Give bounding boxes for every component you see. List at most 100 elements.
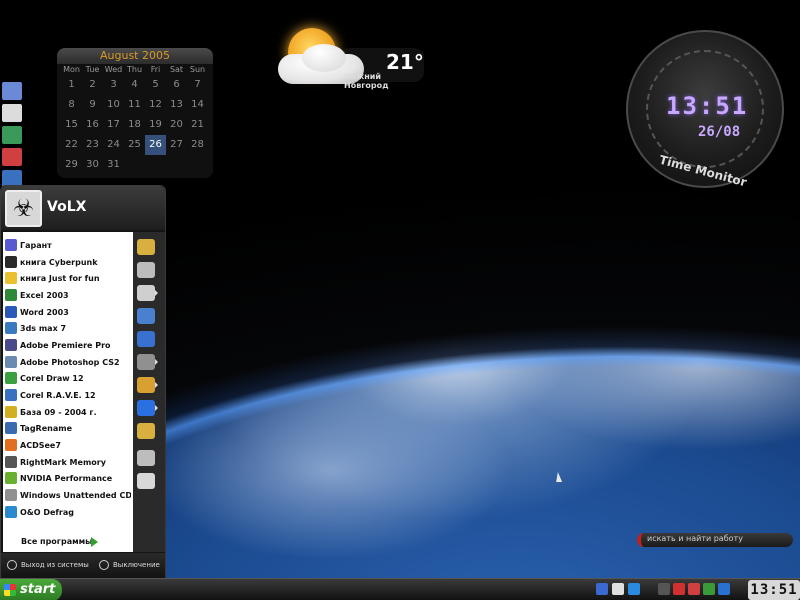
ie-icon[interactable] (628, 583, 640, 595)
weekday: Mon (63, 65, 80, 74)
calendar-day[interactable]: 19 (145, 115, 166, 135)
programs-icon[interactable] (137, 377, 155, 393)
logoff-label: Выход из системы (21, 561, 89, 569)
calendar-day[interactable]: 23 (82, 135, 103, 155)
calendar-day[interactable]: 8 (61, 95, 82, 115)
calendar-day[interactable]: 31 (103, 155, 124, 175)
calendar-day[interactable]: 5 (145, 75, 166, 95)
calendar-day[interactable]: 2 (82, 75, 103, 95)
calendar-day[interactable]: 21 (187, 115, 208, 135)
calendar-day[interactable]: 28 (187, 135, 208, 155)
calendar-day[interactable]: 1 (61, 75, 82, 95)
program-item[interactable]: книга Cyberpunk (5, 254, 131, 270)
calendar-day (145, 155, 166, 175)
favorites-icon[interactable] (137, 285, 155, 301)
program-item[interactable]: TagRename (5, 420, 131, 436)
calendar-day[interactable]: 17 (103, 115, 124, 135)
calendar-day[interactable]: 11 (124, 95, 145, 115)
calendar-day[interactable]: 20 (166, 115, 187, 135)
help-icon[interactable] (718, 583, 730, 595)
calendar-day[interactable]: 3 (103, 75, 124, 95)
program-item[interactable]: Adobe Premiere Pro (5, 337, 131, 353)
chevron-right-icon (155, 290, 158, 296)
calendar-day-today[interactable]: 26 (145, 135, 166, 155)
my-music-icon[interactable] (137, 262, 155, 278)
network-tray-icon[interactable] (703, 583, 715, 595)
program-item[interactable]: Adobe Photoshop CS2 (5, 354, 131, 370)
weekday: Wed (104, 65, 123, 74)
run-icon[interactable] (137, 473, 155, 489)
program-item[interactable]: NVIDIA Performance (5, 470, 131, 486)
program-label: книга Cyberpunk (20, 257, 98, 267)
calendar-week: 29 30 31 (57, 155, 213, 175)
tray-app-icon[interactable] (688, 583, 700, 595)
coreldraw-icon (5, 372, 17, 384)
search-bar[interactable]: искать и найти работу (637, 533, 793, 547)
internet-icon[interactable] (137, 331, 155, 347)
chevron-right-icon (155, 405, 158, 411)
program-item[interactable]: ACDSee7 (5, 437, 131, 453)
calendar-day[interactable]: 30 (82, 155, 103, 175)
app-shortcut-icon[interactable] (2, 148, 22, 166)
explorer-icon[interactable] (612, 583, 624, 595)
printer-icon[interactable] (2, 104, 22, 122)
folders-icon[interactable] (137, 423, 155, 439)
tray-expand-icon[interactable] (658, 583, 670, 595)
calendar-week: 8 9 10 11 12 13 14 (57, 95, 213, 115)
program-item[interactable]: Corel R.A.V.E. 12 (5, 387, 131, 403)
program-item[interactable]: Excel 2003 (5, 287, 131, 303)
logoff-button[interactable]: Выход из системы (7, 560, 89, 570)
weather-city: Нижний Новгород (344, 72, 389, 90)
program-item[interactable]: Word 2003 (5, 304, 131, 320)
program-item[interactable]: Corel Draw 12 (5, 370, 131, 386)
program-label: O&O Defrag (20, 507, 74, 517)
search-icon[interactable] (137, 450, 155, 466)
word-icon (5, 306, 17, 318)
program-item[interactable]: O&O Defrag (5, 504, 131, 520)
chevron-right-icon (155, 382, 158, 388)
start-button[interactable]: start (0, 579, 62, 600)
network-icon[interactable] (137, 308, 155, 324)
calendar-day (166, 155, 187, 175)
picture-icon[interactable] (2, 126, 22, 144)
control-panel-icon[interactable] (137, 354, 155, 370)
nvidia-icon (5, 472, 17, 484)
calendar-day[interactable]: 4 (124, 75, 145, 95)
calendar-day[interactable]: 15 (61, 115, 82, 135)
calendar-day[interactable]: 14 (187, 95, 208, 115)
program-item[interactable]: База 09 - 2004 г. (5, 404, 131, 420)
clock-date: 26/08 (698, 124, 741, 140)
my-documents-icon[interactable] (137, 239, 155, 255)
calendar-day[interactable]: 29 (61, 155, 82, 175)
calendar-day[interactable]: 9 (82, 95, 103, 115)
calendar-day[interactable]: 22 (61, 135, 82, 155)
program-item[interactable]: Гарант (5, 237, 131, 253)
calendar-day[interactable]: 25 (124, 135, 145, 155)
program-item[interactable]: 3ds max 7 (5, 320, 131, 336)
program-item[interactable]: Windows Unattended CD ... (5, 487, 131, 503)
program-item[interactable]: книга Just for fun (5, 270, 131, 286)
calendar-day[interactable]: 24 (103, 135, 124, 155)
antivirus-icon[interactable] (673, 583, 685, 595)
taskbar-clock[interactable]: 13:51 (748, 580, 800, 600)
shutdown-button[interactable]: Выключение (99, 560, 160, 570)
calendar-day[interactable]: 27 (166, 135, 187, 155)
ie-icon[interactable] (137, 400, 155, 416)
calendar-day[interactable]: 6 (166, 75, 187, 95)
show-desktop-icon[interactable] (596, 583, 608, 595)
calendar-day[interactable]: 18 (124, 115, 145, 135)
weekday: Tue (85, 65, 100, 74)
my-computer-icon[interactable] (2, 82, 22, 100)
calendar-day[interactable]: 16 (82, 115, 103, 135)
start-menu: ☣ VoLX Гарант книга Cyberpunk книга Just… (0, 185, 166, 579)
search-placeholder: искать и найти работу (647, 534, 743, 543)
user-avatar[interactable]: ☣ (5, 190, 42, 227)
calendar-day[interactable]: 13 (166, 95, 187, 115)
acdsee-icon (5, 439, 17, 451)
calendar-day[interactable]: 12 (145, 95, 166, 115)
program-item[interactable]: RightMark Memory (5, 454, 131, 470)
calendar-day[interactable]: 7 (187, 75, 208, 95)
all-programs-button[interactable]: Все программы (21, 537, 92, 549)
calendar-month: August 2005 (57, 48, 213, 64)
calendar-day[interactable]: 10 (103, 95, 124, 115)
